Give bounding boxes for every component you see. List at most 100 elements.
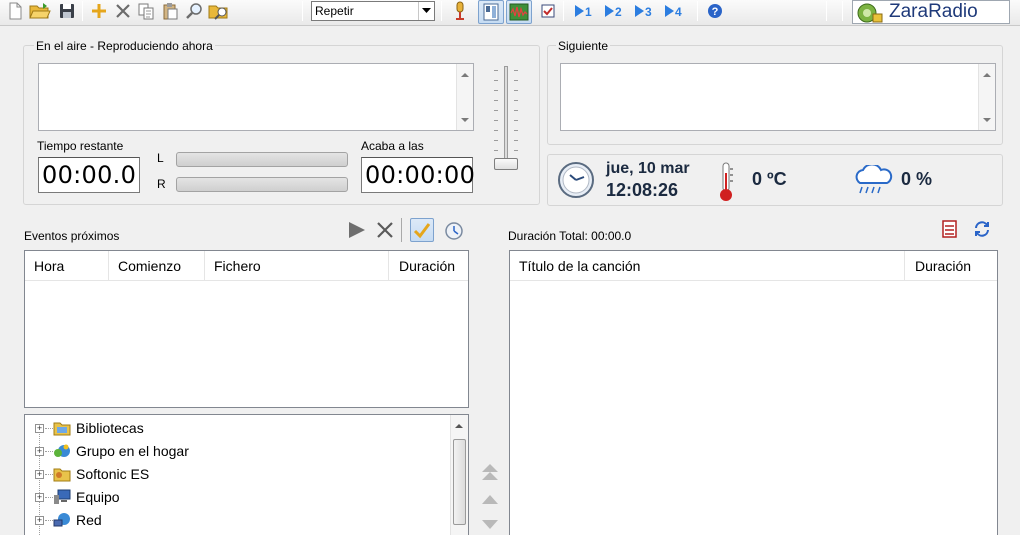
next-track-box[interactable] [560,63,996,131]
level-meter-left [176,152,348,167]
play-icon[interactable] [346,220,368,243]
scroll-up-icon[interactable] [979,66,995,82]
next-scrollbar[interactable] [978,64,995,130]
expand-icon[interactable]: + [35,493,44,502]
column-comienzo[interactable]: Comienzo [109,251,205,281]
player-2-button[interactable]: 2 [603,0,629,22]
homegroup-icon [54,444,70,457]
tree-item-equipo[interactable]: Equipo [53,486,120,508]
microphone-icon[interactable] [449,0,471,22]
mode-select[interactable]: Repetir [311,1,435,21]
save-icon[interactable] [56,0,78,22]
brand-logo: ZaraRadio [852,0,1010,24]
move-up-icon[interactable] [480,492,500,509]
volume-track[interactable] [504,66,508,170]
paste-icon[interactable] [159,0,181,22]
rain-cloud-icon [852,163,896,200]
playlist-list-header: Título de la canción Duración [510,251,997,281]
clock-icon [556,160,596,203]
expand-icon[interactable]: + [35,516,44,525]
player-3-label: 3 [645,5,652,18]
player-1-button[interactable]: 1 [573,0,599,22]
tree-item-label: Equipo [76,489,120,505]
expand-icon[interactable]: + [35,447,44,456]
status-time: 12:08:26 [606,180,679,200]
scroll-up-icon[interactable] [457,66,473,82]
tree-item-label: Bibliotecas [76,420,144,436]
column-titulo[interactable]: Título de la canción [510,251,905,281]
remaining-time: 00:00.0 [38,157,140,193]
schedule-icon[interactable] [444,221,464,244]
user-folder-icon [53,468,71,482]
chevron-down-icon[interactable] [418,2,434,20]
delete-event-icon[interactable] [374,220,396,243]
events-list-header: Hora Comienzo Fichero Duración [25,251,468,281]
open-folder-icon[interactable] [27,0,53,22]
playlist-file-icon[interactable] [940,219,960,242]
events-title: Eventos próximos [24,229,120,243]
scroll-down-icon[interactable] [979,112,995,128]
add-icon[interactable] [88,0,110,22]
computer-icon [54,489,71,504]
column-duracion[interactable]: Duración [389,251,469,281]
tree-item-grupo-hogar[interactable]: Grupo en el hogar [53,440,189,462]
tree-item-softonic[interactable]: Softonic ES [53,463,149,485]
level-meter-right [176,177,348,192]
mode-select-value: Repetir [315,4,354,18]
tree-item-bibliotecas[interactable]: Bibliotecas [53,417,144,439]
status-date: jue, 10 mar [606,160,690,177]
copy-icon[interactable] [135,0,157,22]
total-duration: Duración Total: 00:00.0 [508,229,632,243]
tree-item-red[interactable]: Red [53,509,102,531]
temperature-value: 0 ºC [752,169,787,189]
player-3-button[interactable]: 3 [633,0,659,22]
check-events-icon[interactable] [410,218,434,242]
events-list[interactable]: Hora Comienzo Fichero Duración [24,250,469,408]
delete-icon[interactable] [112,0,134,22]
open-file-icon[interactable] [206,0,232,22]
player-4-label: 4 [675,5,682,18]
volume-thumb[interactable] [494,158,518,170]
remaining-label: Tiempo restante [37,139,124,153]
network-icon [53,513,70,527]
refresh-icon[interactable] [972,219,992,242]
tree-item-label: Softonic ES [76,466,150,482]
find-icon[interactable] [183,0,205,22]
svg-text:?: ? [712,6,719,18]
column-hora[interactable]: Hora [25,251,109,281]
help-icon[interactable]: ? [704,0,726,22]
column-fichero[interactable]: Fichero [205,251,389,281]
expand-icon[interactable]: + [35,424,44,433]
now-playing-scrollbar[interactable] [456,64,473,130]
checklist-icon[interactable] [537,0,559,22]
tree-scroll-thumb[interactable] [453,439,466,525]
player-4-button[interactable]: 4 [663,0,689,22]
layout-icon[interactable] [478,0,504,24]
on-air-title: En el aire - Reproduciendo ahora [34,39,215,53]
column-duracion-playlist[interactable]: Duración [905,251,997,281]
tree-item-label: Grupo en el hogar [76,443,189,459]
rain-value: 0 % [901,169,933,189]
scroll-up-icon[interactable] [451,417,467,433]
new-file-icon[interactable] [4,0,26,22]
brand-name: ZaraRadio [889,1,978,22]
toolbar: Repetir 1 2 3 4 ? ZaraRadio [0,0,1020,26]
library-icon [53,422,71,436]
now-playing-box[interactable] [38,63,474,131]
player-2-label: 2 [615,5,622,18]
playlist-list[interactable]: Título de la canción Duración [509,250,998,535]
move-top-icon[interactable] [480,463,500,484]
tree-item-label: Red [76,512,102,528]
meter-left-label: L [157,151,164,165]
move-down-icon[interactable] [480,518,500,535]
scroll-down-icon[interactable] [457,112,473,128]
player-1-label: 1 [585,5,592,18]
radio-logo-icon [857,3,883,23]
tree-scrollbar[interactable] [450,415,468,535]
wave-icon[interactable] [506,0,532,24]
next-title: Siguiente [556,39,611,53]
ends-time: 00:00:00 [361,157,475,193]
thermometer-icon [718,161,734,206]
expand-icon[interactable]: + [35,470,44,479]
ends-label: Acaba a las [361,139,424,153]
